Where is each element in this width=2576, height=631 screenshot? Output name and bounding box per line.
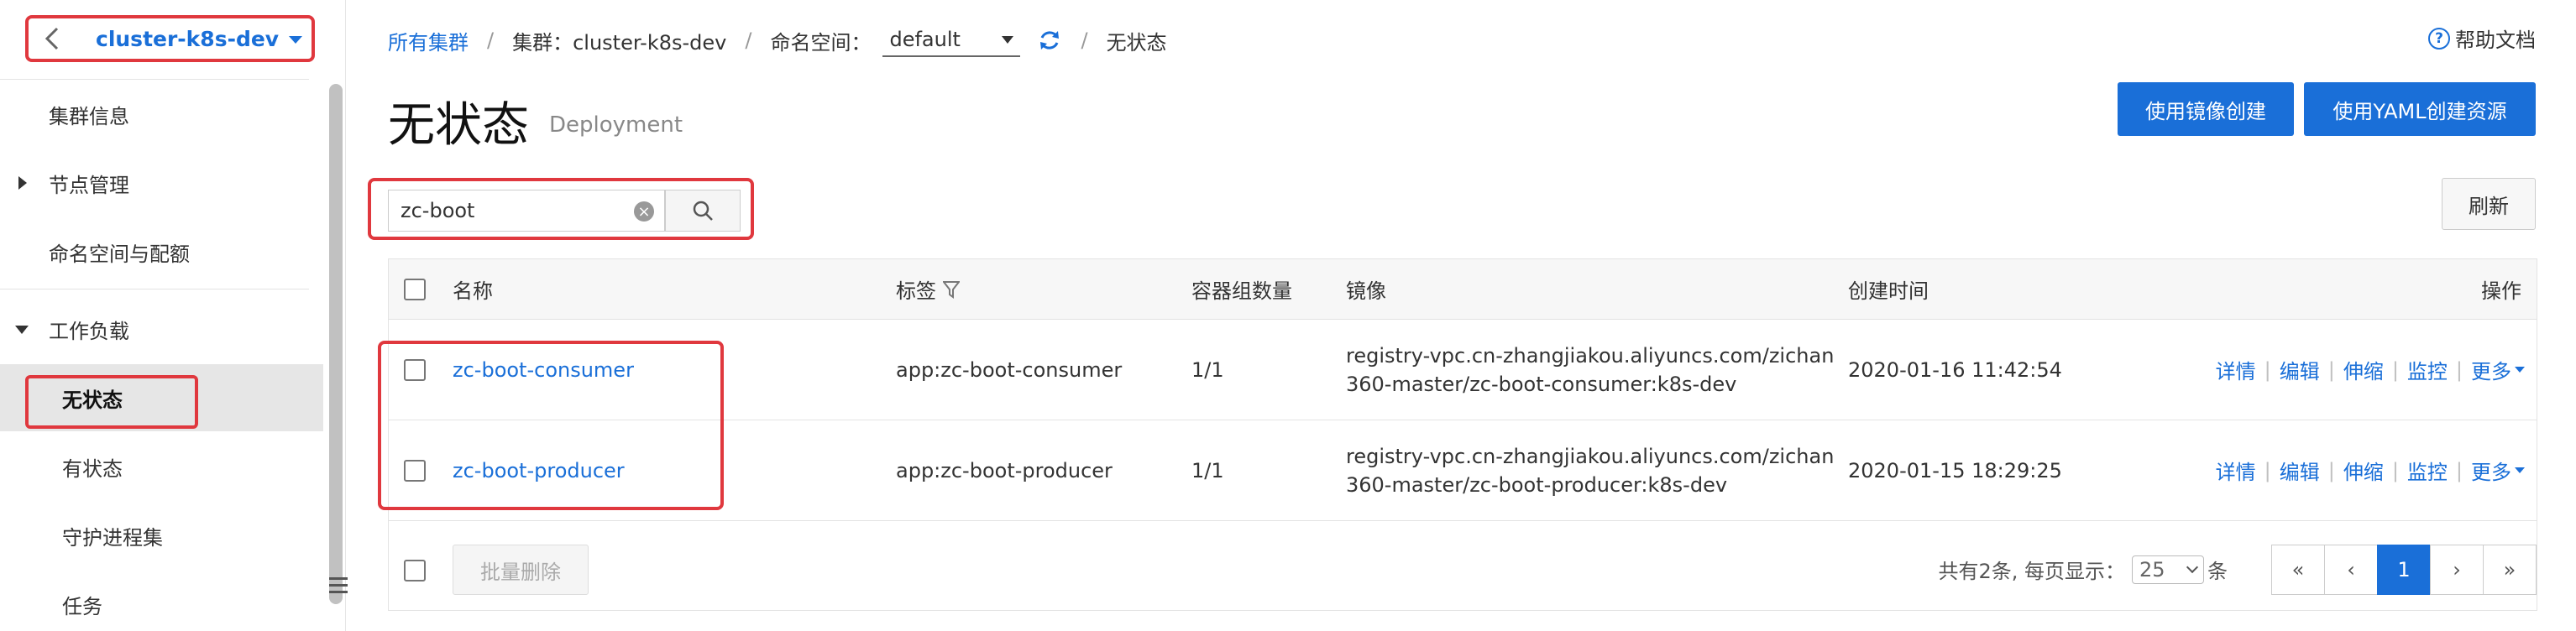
- chevron-down-icon: [2186, 561, 2199, 573]
- more-link[interactable]: 更多: [2471, 456, 2511, 485]
- table-footer: 批量删除 共有2条, 每页显示： 25 条 « ‹ 1 › »: [389, 521, 2537, 610]
- next-page-button[interactable]: ›: [2430, 545, 2484, 595]
- filter-icon[interactable]: [943, 280, 960, 299]
- pods-cell: 1/1: [1191, 458, 1224, 482]
- scale-link[interactable]: 伸缩: [2343, 355, 2384, 384]
- sidebar-item-cluster-info[interactable]: 集群信息: [0, 81, 323, 148]
- detail-link[interactable]: 详情: [2216, 355, 2256, 384]
- label-cell: app:zc-boot-producer: [896, 458, 1113, 482]
- chevron-down-icon[interactable]: [289, 36, 303, 44]
- help-link[interactable]: ? 帮助文档: [2428, 23, 2536, 53]
- caret-down-icon: [15, 326, 29, 334]
- header-image: 镜像: [1346, 279, 1386, 303]
- sidebar-item-label: 有状态: [62, 456, 123, 481]
- page-size-select[interactable]: 25: [2132, 555, 2204, 584]
- refresh-icon[interactable]: [1037, 28, 1062, 53]
- label-cell: app:zc-boot-consumer: [896, 357, 1123, 382]
- divider: [0, 79, 309, 80]
- edit-link[interactable]: 编辑: [2280, 456, 2320, 485]
- search-value: zc-boot: [401, 199, 475, 222]
- namespace-label: 命名空间：: [770, 30, 872, 55]
- sidebar-item-nodes[interactable]: 节点管理: [0, 149, 323, 216]
- create-by-yaml-button[interactable]: 使用YAML创建资源: [2304, 82, 2536, 136]
- sidebar-item-workloads[interactable]: 工作负载: [0, 295, 323, 362]
- prev-page-button[interactable]: ‹: [2324, 545, 2378, 595]
- row-actions: 详情 | 编辑 | 伸缩 | 监控 | 更多: [2216, 420, 2525, 520]
- pagination-info: 共有2条, 每页显示： 25 条: [1938, 555, 2228, 584]
- created-cell: 2020-01-16 11:42:54: [1848, 357, 2062, 382]
- header-name: 名称: [453, 279, 493, 303]
- search-button[interactable]: [665, 190, 741, 232]
- highlight-box: [25, 375, 198, 429]
- breadcrumb-cluster: 集群：cluster-k8s-dev: [512, 30, 727, 55]
- chevron-down-icon: [2515, 467, 2525, 473]
- header-ops: 操作: [2481, 279, 2521, 303]
- search-input[interactable]: zc-boot ×: [388, 190, 665, 232]
- more-link[interactable]: 更多: [2471, 355, 2511, 384]
- header-labels: 标签: [896, 259, 960, 319]
- sidebar-item-label: 命名空间与配额: [49, 242, 190, 266]
- pagination: « ‹ 1 › »: [2271, 545, 2537, 595]
- table-header: 名称 标签 容器组数量 镜像 创建时间 操作: [389, 259, 2537, 320]
- monitor-link[interactable]: 监控: [2407, 456, 2448, 485]
- header-pods: 容器组数量: [1191, 279, 1292, 303]
- breadcrumb-current: 无状态: [1106, 30, 1167, 55]
- sidebar-scrollbar[interactable]: [329, 84, 343, 604]
- edit-link[interactable]: 编辑: [2280, 355, 2320, 384]
- clear-icon[interactable]: ×: [634, 201, 654, 222]
- sidebar-item-label: 守护进程集: [62, 525, 163, 550]
- namespace-value: default: [889, 28, 961, 51]
- highlight-box: [378, 341, 724, 510]
- sidebar-item-namespaces[interactable]: 命名空间与配额: [0, 218, 323, 285]
- row-actions: 详情 | 编辑 | 伸缩 | 监控 | 更多: [2216, 320, 2525, 420]
- sidebar-item-label: 工作负载: [49, 319, 129, 343]
- collapse-menu-icon[interactable]: [329, 577, 348, 597]
- pods-cell: 1/1: [1191, 357, 1224, 382]
- question-icon: ?: [2428, 27, 2450, 50]
- last-page-button[interactable]: »: [2483, 545, 2537, 595]
- header-created: 创建时间: [1848, 279, 1929, 303]
- sidebar-item-label: 任务: [62, 594, 102, 618]
- sidebar: cluster-k8s-dev 集群信息 节点管理 命名空间与配额 工作负载 无…: [0, 0, 348, 631]
- created-cell: 2020-01-15 18:29:25: [1848, 458, 2062, 482]
- sidebar-item-label: 集群信息: [49, 104, 129, 128]
- namespace-select[interactable]: default: [882, 23, 1021, 57]
- sidebar-item-statefulsets[interactable]: 有状态: [0, 433, 323, 500]
- create-by-image-button[interactable]: 使用镜像创建: [2118, 82, 2294, 136]
- breadcrumb-all-clusters[interactable]: 所有集群: [388, 26, 469, 55]
- image-cell: registry-vpc.cn-zhangjiakou.aliyuncs.com…: [1346, 444, 1835, 497]
- breadcrumb: 所有集群 / 集群：cluster-k8s-dev / 命名空间： defaul…: [388, 23, 1167, 57]
- search-icon: [693, 201, 713, 221]
- select-all-checkbox[interactable]: [404, 278, 426, 300]
- page-1-button[interactable]: 1: [2377, 545, 2431, 595]
- footer-select-all-checkbox[interactable]: [404, 560, 426, 581]
- scale-link[interactable]: 伸缩: [2343, 456, 2384, 485]
- refresh-button[interactable]: 刷新: [2442, 178, 2536, 230]
- sidebar-item-daemonsets[interactable]: 守护进程集: [0, 502, 323, 569]
- cluster-name[interactable]: cluster-k8s-dev: [96, 27, 279, 51]
- page-title: 无状态: [388, 98, 529, 153]
- chevron-down-icon: [1002, 35, 1014, 44]
- caret-right-icon: [18, 176, 27, 190]
- chevron-down-icon: [2515, 367, 2525, 373]
- monitor-link[interactable]: 监控: [2407, 355, 2448, 384]
- cluster-selector[interactable]: cluster-k8s-dev: [25, 15, 315, 62]
- sidebar-item-label: 节点管理: [49, 173, 129, 197]
- detail-link[interactable]: 详情: [2216, 456, 2256, 485]
- main-content: 所有集群 / 集群：cluster-k8s-dev / 命名空间： defaul…: [346, 0, 2576, 631]
- first-page-button[interactable]: «: [2271, 545, 2325, 595]
- page-subtitle: Deployment: [549, 112, 683, 138]
- image-cell: registry-vpc.cn-zhangjiakou.aliyuncs.com…: [1346, 343, 1835, 396]
- back-arrow-icon[interactable]: [29, 18, 76, 59]
- bulk-delete-button[interactable]: 批量删除: [453, 545, 589, 595]
- help-label: 帮助文档: [2455, 29, 2536, 52]
- sidebar-item-jobs[interactable]: 任务: [0, 571, 323, 631]
